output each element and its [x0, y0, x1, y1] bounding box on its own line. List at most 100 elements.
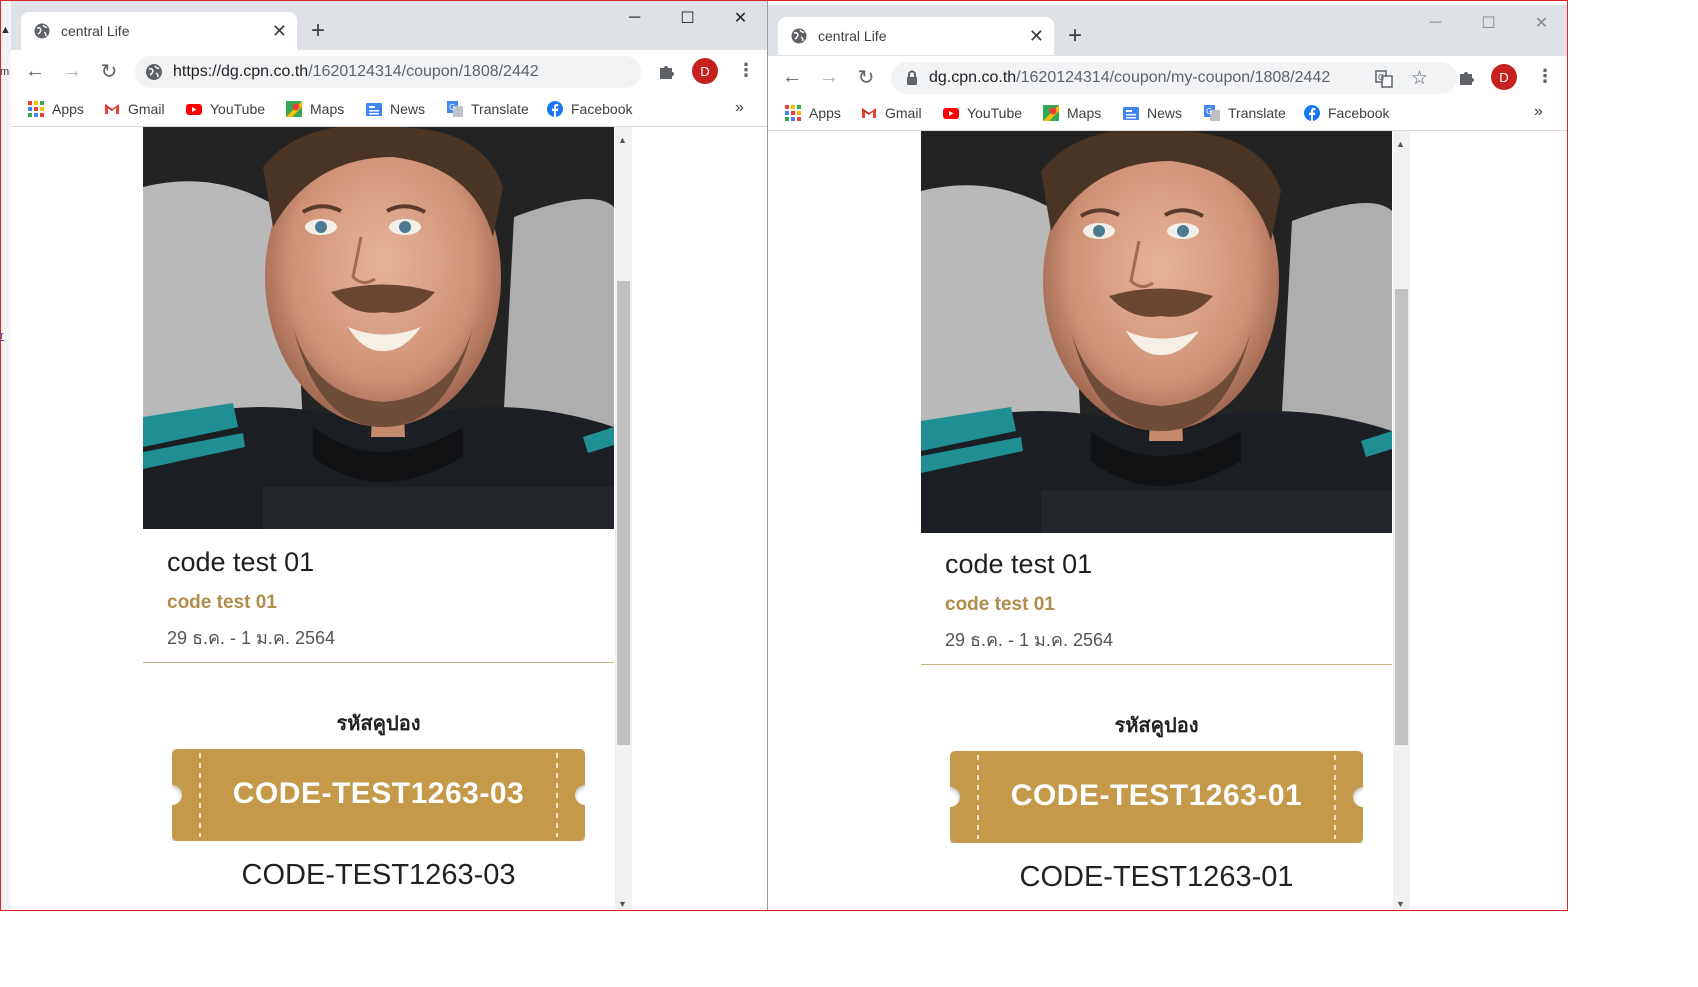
coupon-code-text: CODE-TEST1263-03: [241, 859, 516, 891]
bookmark-label: Gmail: [128, 101, 165, 117]
scroll-up-icon[interactable]: ▲: [618, 135, 627, 145]
profile-avatar[interactable]: D: [692, 58, 718, 84]
bookmark-maps[interactable]: Maps: [1043, 105, 1101, 121]
coupon-title: code test 01: [167, 547, 315, 577]
info-icon[interactable]: [145, 63, 163, 81]
bookmark-label: YouTube: [210, 101, 266, 117]
bookmark-news[interactable]: News: [1123, 105, 1182, 121]
gmail-icon: [861, 105, 877, 121]
bookmark-maps[interactable]: Maps: [286, 101, 344, 117]
arrow-right-icon[interactable]: →: [818, 66, 840, 88]
address-bar[interactable]: dg.cpn.co.th/1620124314/coupon/my-coupon…: [891, 62, 1457, 94]
bookmark-label: Apps: [52, 101, 84, 117]
bookmark-label: YouTube: [967, 105, 1023, 121]
lock-icon[interactable]: [903, 69, 921, 87]
bookmark-label: Translate: [1228, 105, 1286, 121]
bookmark-gmail[interactable]: Gmail: [861, 105, 922, 121]
tab-central-life[interactable]: central Life ✕: [21, 12, 297, 50]
tab-close-icon[interactable]: ✕: [1029, 26, 1044, 46]
bookmark-apps[interactable]: Apps: [28, 101, 84, 117]
url-text: dg.cpn.co.th/1620124314/coupon/my-coupon…: [929, 69, 1330, 87]
arrow-left-icon[interactable]: ←: [24, 60, 46, 82]
arrow-left-icon[interactable]: ←: [781, 66, 803, 88]
tab-close-icon[interactable]: ✕: [272, 21, 287, 41]
coupon-code-text: CODE-TEST1263-01: [1019, 861, 1294, 893]
kebab-icon[interactable]: ⋮: [1536, 66, 1554, 87]
coupon-subtitle: code test 01: [167, 592, 277, 613]
background-window-glyph: ▲: [0, 24, 11, 36]
divider: [921, 664, 1392, 665]
globe-icon: [34, 23, 50, 39]
bookmark-youtube[interactable]: YouTube: [943, 105, 1022, 121]
url-path: /1620124314/coupon/my-coupon/1808/2442: [1016, 69, 1331, 86]
youtube-icon: [943, 105, 959, 121]
window-controls: ─ ☐ ✕: [1409, 5, 1568, 41]
maximize-icon[interactable]: ☐: [1462, 5, 1515, 41]
coupon-ticket[interactable]: CODE-TEST1263-01: [950, 751, 1363, 843]
vertical-scrollbar[interactable]: ▲ ▼: [1393, 131, 1410, 911]
bookmark-youtube[interactable]: YouTube: [186, 101, 265, 117]
bookmarks-overflow-icon[interactable]: »: [1534, 103, 1543, 121]
apps-grid-icon: [785, 105, 801, 121]
window-controls: ─ ☐ ✕: [608, 0, 767, 36]
bookmark-label: Gmail: [885, 105, 922, 121]
coupon-photo: [921, 131, 1392, 533]
bookmark-label: News: [1147, 105, 1183, 121]
svg-text:G: G: [1206, 107, 1212, 116]
tab-title: central Life: [61, 23, 130, 39]
maps-icon: [1043, 105, 1059, 121]
bookmark-translate[interactable]: G Translate: [1204, 105, 1286, 121]
scrollbar-thumb[interactable]: [617, 281, 630, 745]
coupon-ticket[interactable]: CODE-TEST1263-03: [172, 749, 585, 841]
bookmark-gmail[interactable]: Gmail: [104, 101, 165, 117]
translate-icon[interactable]: G: [1375, 70, 1393, 93]
bookmark-news[interactable]: News: [366, 101, 425, 117]
coupon-subtitle: code test 01: [945, 594, 1055, 615]
scroll-down-icon[interactable]: ▼: [1396, 899, 1405, 909]
bookmark-label: Apps: [809, 105, 841, 121]
profile-avatar[interactable]: D: [1491, 64, 1517, 90]
bookmark-facebook[interactable]: Facebook: [1304, 105, 1389, 121]
reload-icon[interactable]: ↻: [855, 66, 877, 89]
scroll-down-icon[interactable]: ▼: [618, 899, 627, 909]
translate-icon: G: [447, 101, 463, 117]
maximize-icon[interactable]: ☐: [661, 0, 714, 36]
plus-icon[interactable]: +: [311, 19, 325, 43]
browser-window-right: central Life ✕ + ─ ☐ ✕ ← → ↻ dg.cpn.co.t…: [768, 0, 1568, 911]
news-icon: [1123, 105, 1139, 121]
background-window-glyph: m: [0, 66, 10, 78]
minimize-icon[interactable]: ─: [608, 0, 661, 36]
reload-icon[interactable]: ↻: [98, 60, 120, 83]
vertical-scrollbar[interactable]: ▲ ▼: [615, 127, 632, 911]
bookmark-translate[interactable]: G Translate: [447, 101, 529, 117]
coupon-code-heading: รหัสคูปอง: [336, 713, 421, 735]
url-path: /1620124314/coupon/1808/2442: [308, 63, 539, 80]
tab-strip: central Life ✕ + ─ ☐ ✕: [11, 0, 767, 50]
background-window-glyph: r: [0, 330, 4, 342]
bookmarks-overflow-icon[interactable]: »: [735, 99, 744, 117]
star-icon[interactable]: ☆: [1411, 67, 1428, 90]
puzzle-icon[interactable]: [1456, 66, 1478, 88]
scroll-up-icon[interactable]: ▲: [1396, 139, 1405, 149]
coupon-code-on-ticket: CODE-TEST1263-01: [1010, 779, 1303, 812]
coupon-code-heading: รหัสคูปอง: [1114, 715, 1199, 737]
address-bar[interactable]: https://dg.cpn.co.th/1620124314/coupon/1…: [135, 56, 641, 88]
scrollbar-thumb[interactable]: [1395, 289, 1408, 745]
bookmark-apps[interactable]: Apps: [785, 105, 841, 121]
minimize-icon[interactable]: ─: [1409, 5, 1462, 41]
browser-toolbar: ← → ↻ https://dg.cpn.co.th/1620124314/co…: [11, 50, 767, 90]
arrow-right-icon[interactable]: →: [61, 60, 83, 82]
bookmarks-bar: Apps Gmail YouTube Maps News G Translate…: [768, 98, 1568, 131]
globe-icon: [791, 28, 807, 44]
tab-central-life[interactable]: central Life ✕: [778, 17, 1054, 55]
page-viewport: code test 01 code test 01 29 ธ.ค. - 1 ม.…: [11, 127, 767, 911]
bookmark-facebook[interactable]: Facebook: [547, 101, 632, 117]
kebab-icon[interactable]: ⋮: [737, 60, 755, 81]
puzzle-icon[interactable]: [656, 60, 678, 82]
svg-text:G: G: [449, 103, 455, 112]
close-icon[interactable]: ✕: [1515, 5, 1568, 41]
close-icon[interactable]: ✕: [714, 0, 767, 36]
bookmark-label: Maps: [1067, 105, 1102, 121]
url-text: https://dg.cpn.co.th/1620124314/coupon/1…: [173, 63, 539, 81]
plus-icon[interactable]: +: [1068, 24, 1082, 48]
